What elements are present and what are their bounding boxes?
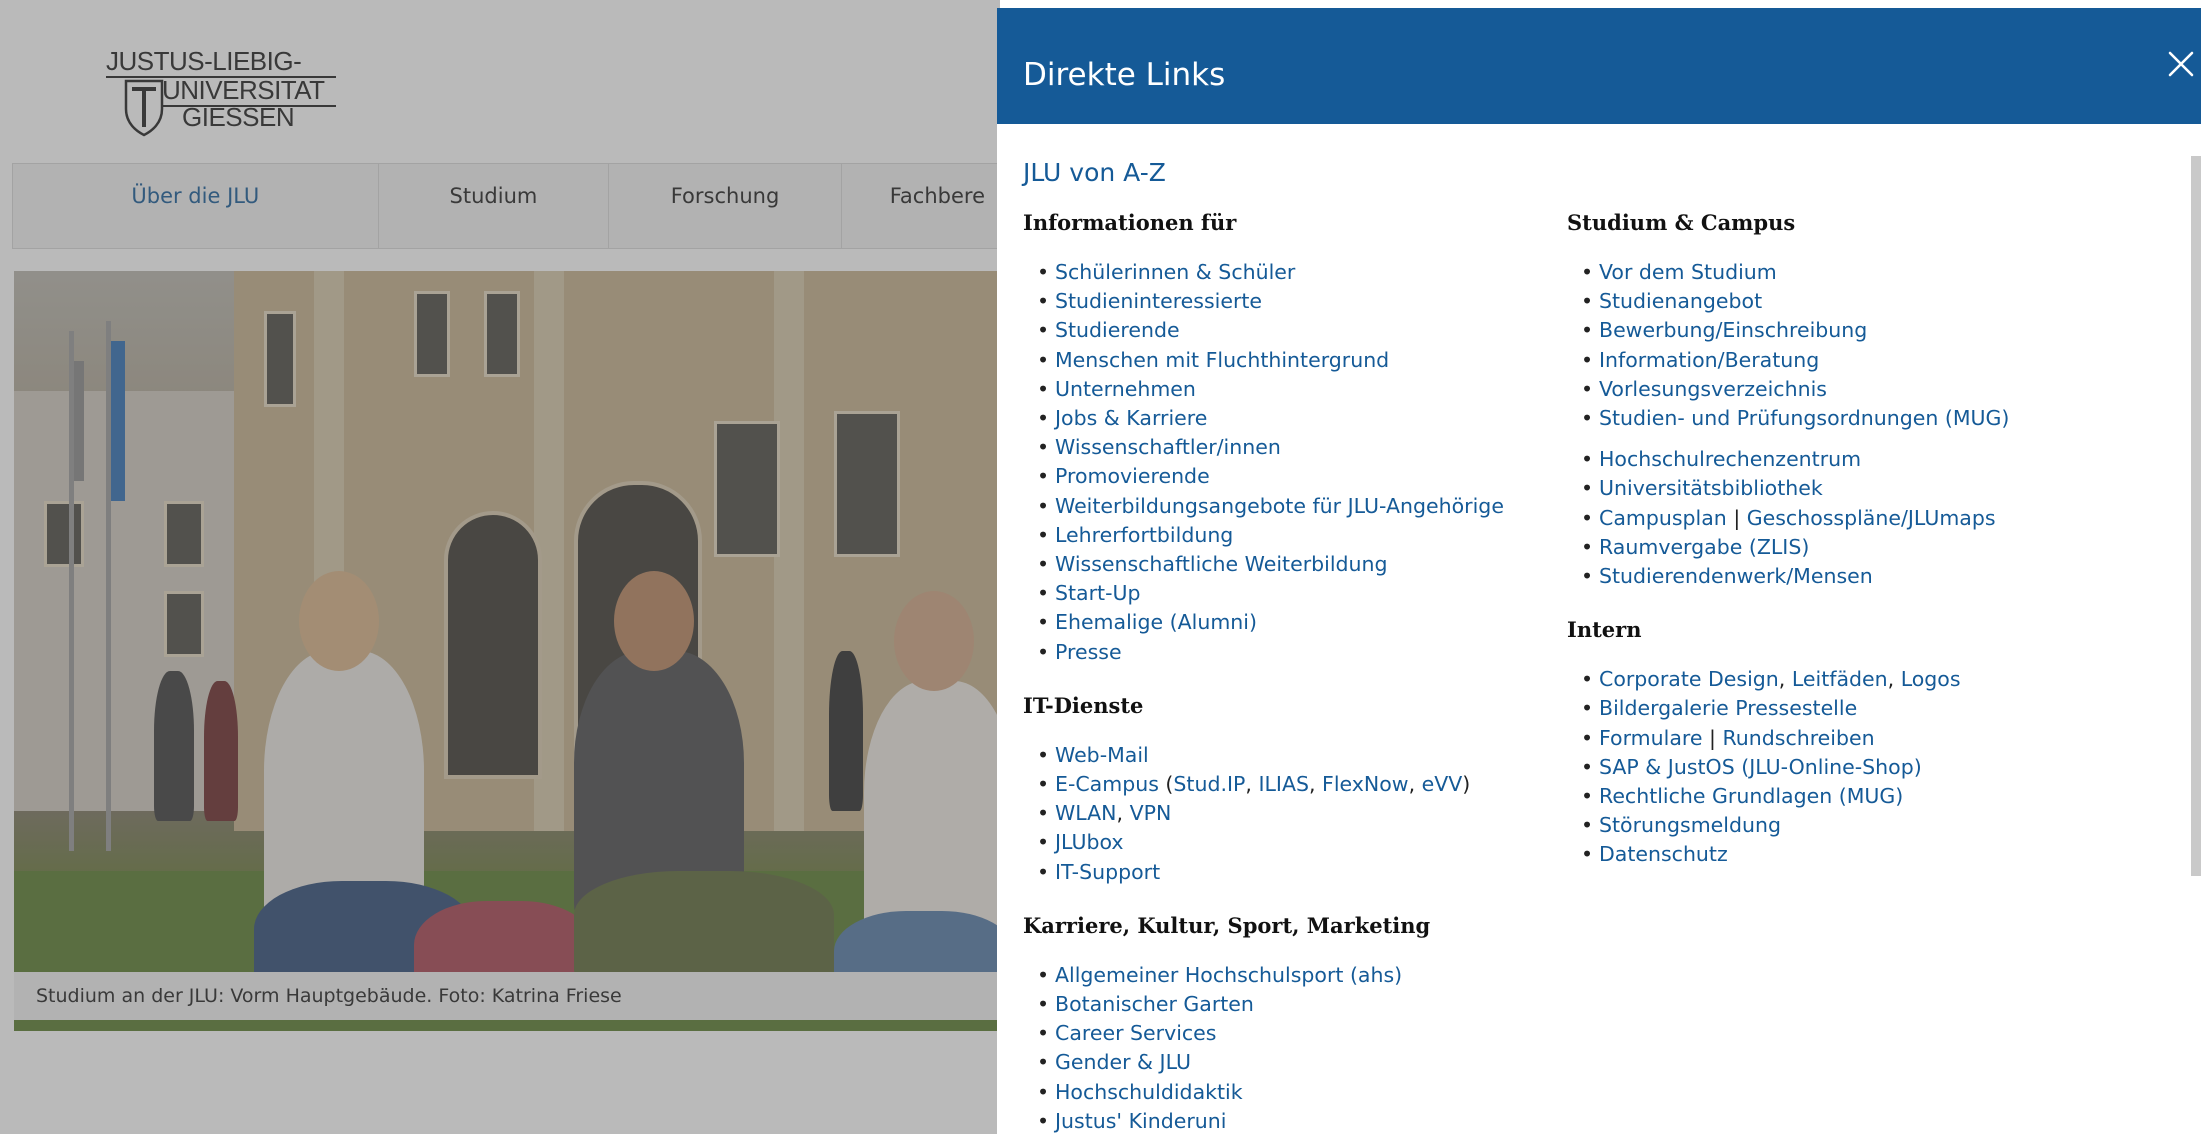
link-vpn[interactable]: VPN bbox=[1130, 801, 1172, 825]
panel-scrollbar[interactable] bbox=[2191, 156, 2201, 876]
link-promovierende[interactable]: Promovierende bbox=[1037, 462, 1563, 491]
link-jobs-karriere[interactable]: Jobs & Karriere bbox=[1037, 404, 1563, 433]
list-item-corporate-design: Corporate Design, Leitfäden, Logos bbox=[1581, 665, 2107, 694]
link-wlan[interactable]: WLAN bbox=[1055, 801, 1117, 825]
text-pipe: | bbox=[1726, 505, 1747, 530]
heading-informationen-fuer: Informationen für bbox=[1023, 210, 1237, 235]
link-studierendenwerk[interactable]: Studierendenwerk/Mensen bbox=[1581, 562, 2107, 591]
link-sap-justos[interactable]: SAP & JustOS (JLU-Online-Shop) bbox=[1581, 753, 2107, 782]
link-bildergalerie[interactable]: Bildergalerie Pressestelle bbox=[1581, 694, 2107, 723]
nav-item-fachbereiche[interactable]: Fachbere bbox=[842, 164, 1011, 248]
link-datenschutz[interactable]: Datenschutz bbox=[1581, 840, 2107, 869]
left-column: Informationen für Schülerinnen & Schüler… bbox=[1023, 210, 1563, 1134]
link-formulare[interactable]: Formulare bbox=[1599, 726, 1702, 750]
link-wissenschaftliche-weiterbildung[interactable]: Wissenschaftliche Weiterbildung bbox=[1037, 550, 1563, 579]
link-studieninteressierte[interactable]: Studieninteressierte bbox=[1037, 287, 1563, 316]
link-universitaetsbibliothek[interactable]: Universitätsbibliothek bbox=[1581, 474, 2107, 503]
link-hochschuldidaktik[interactable]: Hochschuldidaktik bbox=[1037, 1078, 1563, 1107]
logo-text-line1: JUSTUS-LIEBIG- bbox=[106, 46, 302, 76]
link-stud-ip[interactable]: Stud.IP bbox=[1173, 772, 1245, 796]
shield-icon bbox=[124, 79, 164, 137]
link-bewerbung[interactable]: Bewerbung/Einschreibung bbox=[1581, 316, 2107, 345]
direct-links-panel: Direkte Links JLU von A-Z Informationen … bbox=[997, 8, 2201, 1134]
link-kinderuni[interactable]: Justus' Kinderuni bbox=[1037, 1107, 1563, 1134]
link-start-up[interactable]: Start-Up bbox=[1037, 579, 1563, 608]
link-rundschreiben[interactable]: Rundschreiben bbox=[1722, 726, 1874, 750]
link-vor-dem-studium[interactable]: Vor dem Studium bbox=[1581, 258, 2107, 287]
list-item-campusplan: Campusplan | Geschosspläne/JLUmaps bbox=[1581, 504, 2107, 533]
karriere-list: Allgemeiner Hochschulsport (ahs) Botanis… bbox=[1023, 961, 1563, 1134]
link-schuelerinnen[interactable]: Schülerinnen & Schüler bbox=[1037, 258, 1563, 287]
text-comma: , bbox=[1887, 667, 1901, 692]
link-information-beratung[interactable]: Information/Beratung bbox=[1581, 346, 2107, 375]
link-unternehmen[interactable]: Unternehmen bbox=[1037, 375, 1563, 404]
link-logos[interactable]: Logos bbox=[1901, 667, 1961, 691]
text-comma: , bbox=[1309, 772, 1323, 797]
link-flexnow[interactable]: FlexNow bbox=[1322, 772, 1409, 796]
heading-intern: Intern bbox=[1567, 617, 1642, 643]
nav-item-forschung[interactable]: Forschung bbox=[609, 164, 842, 248]
link-wissenschaftler[interactable]: Wissenschaftler/innen bbox=[1037, 433, 1563, 462]
heading-karriere-kultur: Karriere, Kultur, Sport, Marketing bbox=[1023, 912, 1431, 938]
intern-list: Corporate Design, Leitfäden, Logos Bilde… bbox=[1567, 665, 2107, 870]
main-navigation: Über die JLU Studium Forschung Fachbere bbox=[12, 163, 1012, 249]
link-lehrerfortbildung[interactable]: Lehrerfortbildung bbox=[1037, 521, 1563, 550]
link-jlubox[interactable]: JLUbox bbox=[1037, 828, 1563, 857]
link-studierende[interactable]: Studierende bbox=[1037, 316, 1563, 345]
informationen-fuer-list: Schülerinnen & Schüler Studieninteressie… bbox=[1023, 258, 1563, 667]
link-corporate-design[interactable]: Corporate Design bbox=[1599, 667, 1779, 691]
link-raumvergabe[interactable]: Raumvergabe (ZLIS) bbox=[1581, 533, 2107, 562]
logo-text-line3: GIESSEN bbox=[182, 102, 295, 132]
text-paren-close: ) bbox=[1462, 772, 1471, 797]
campus-list: Hochschulrechenzentrum Universitätsbibli… bbox=[1567, 445, 2107, 591]
link-geschossplaene[interactable]: Geschosspläne/JLUmaps bbox=[1747, 506, 1996, 530]
jlu-a-z-link[interactable]: JLU von A-Z bbox=[1023, 158, 1166, 187]
list-item-e-campus: E-Campus (Stud.IP, ILIAS, FlexNow, eVV) bbox=[1037, 770, 1563, 799]
panel-header: Direkte Links bbox=[997, 8, 2201, 124]
hero-photo bbox=[14, 271, 1014, 1031]
panel-title: Direkte Links bbox=[1023, 57, 1226, 93]
link-stoerungsmeldung[interactable]: Störungsmeldung bbox=[1581, 811, 2107, 840]
link-it-support[interactable]: IT-Support bbox=[1037, 858, 1563, 887]
link-leitfaeden[interactable]: Leitfäden bbox=[1792, 667, 1888, 691]
text-comma: , bbox=[1408, 772, 1422, 797]
text-comma: , bbox=[1245, 772, 1259, 797]
link-evv[interactable]: eVV bbox=[1422, 772, 1463, 796]
text-comma: , bbox=[1778, 667, 1792, 692]
link-hochschulsport[interactable]: Allgemeiner Hochschulsport (ahs) bbox=[1037, 961, 1563, 990]
university-logo[interactable]: JUSTUS-LIEBIG- UNIVERSITAT GIESSEN bbox=[94, 43, 354, 143]
list-item-wlan-vpn: WLAN, VPN bbox=[1037, 799, 1563, 828]
studium-list: Vor dem Studium Studienangebot Bewerbung… bbox=[1567, 258, 2107, 433]
link-rechtliche-grundlagen[interactable]: Rechtliche Grundlagen (MUG) bbox=[1581, 782, 2107, 811]
link-botanischer-garten[interactable]: Botanischer Garten bbox=[1037, 990, 1563, 1019]
logo-text-line2: UNIVERSITAT bbox=[162, 75, 325, 105]
link-ehemalige[interactable]: Ehemalige (Alumni) bbox=[1037, 608, 1563, 637]
text-paren-open: ( bbox=[1158, 772, 1174, 797]
link-web-mail[interactable]: Web-Mail bbox=[1037, 741, 1563, 770]
heading-studium-campus: Studium & Campus bbox=[1567, 210, 1796, 235]
list-item-formulare: Formulare | Rundschreiben bbox=[1581, 724, 2107, 753]
link-fluchthintergrund[interactable]: Menschen mit Fluchthintergrund bbox=[1037, 346, 1563, 375]
link-gender-jlu[interactable]: Gender & JLU bbox=[1037, 1048, 1563, 1077]
image-caption: Studium an der JLU: Vorm Hauptgebäude. F… bbox=[14, 972, 1014, 1020]
link-e-campus[interactable]: E-Campus bbox=[1055, 772, 1159, 796]
link-presse[interactable]: Presse bbox=[1037, 638, 1563, 667]
text-pipe: | bbox=[1702, 725, 1723, 750]
heading-it-dienste: IT-Dienste bbox=[1023, 692, 1144, 718]
it-dienste-list: Web-Mail E-Campus (Stud.IP, ILIAS, FlexN… bbox=[1023, 741, 1563, 887]
link-vorlesungsverzeichnis[interactable]: Vorlesungsverzeichnis bbox=[1581, 375, 2107, 404]
close-icon[interactable] bbox=[2167, 50, 2195, 78]
link-campusplan[interactable]: Campusplan bbox=[1599, 506, 1727, 530]
link-pruefungsordnungen[interactable]: Studien- und Prüfungsordnungen (MUG) bbox=[1581, 404, 2107, 433]
nav-item-ueber-die-jlu[interactable]: Über die JLU bbox=[13, 164, 379, 248]
link-ilias[interactable]: ILIAS bbox=[1258, 772, 1309, 796]
link-weiterbildungsangebote[interactable]: Weiterbildungsangebote für JLU-Angehörig… bbox=[1037, 492, 1563, 521]
right-column: Studium & Campus Vor dem Studium Studien… bbox=[1567, 210, 2107, 896]
nav-item-studium[interactable]: Studium bbox=[379, 164, 610, 248]
text-comma: , bbox=[1116, 801, 1130, 826]
link-career-services[interactable]: Career Services bbox=[1037, 1019, 1563, 1048]
close-button[interactable] bbox=[2167, 50, 2201, 86]
link-studienangebot[interactable]: Studienangebot bbox=[1581, 287, 2107, 316]
link-hochschulrechenzentrum[interactable]: Hochschulrechenzentrum bbox=[1581, 445, 2107, 474]
